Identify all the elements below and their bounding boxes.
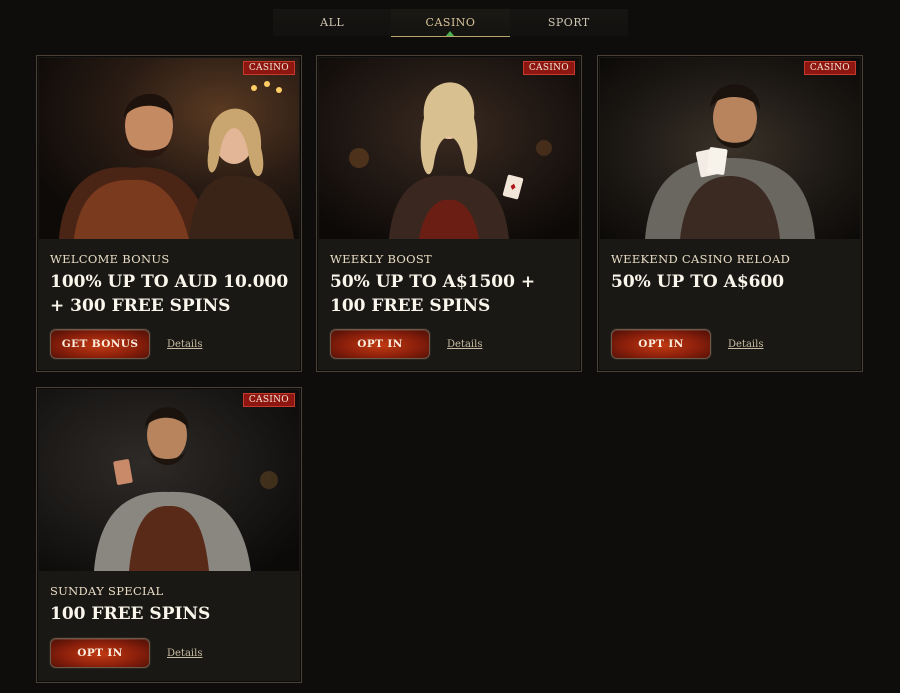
casino-badge: CASINO bbox=[522, 61, 575, 75]
promo-kicker: SUNDAY SPECIAL bbox=[50, 584, 164, 598]
promo-card-weekend-reload: CASINO WEEKEND CASINO RELOAD 50% UP TO A… bbox=[597, 55, 863, 372]
tab-casino-label: CASINO bbox=[425, 16, 476, 29]
tab-sport[interactable]: SPORT bbox=[509, 9, 628, 36]
get-bonus-button[interactable]: GET BONUS bbox=[50, 329, 150, 359]
promo-headline: 50% UP TO A$600 bbox=[611, 272, 785, 292]
tab-sport-label: SPORT bbox=[547, 16, 590, 29]
tab-casino[interactable]: CASINO bbox=[391, 9, 510, 37]
promo-card-sunday-special: CASINO SUNDAY SPECIAL 100 FREE SPINS OPT… bbox=[36, 387, 302, 683]
promo-kicker: WEEKLY BOOST bbox=[330, 252, 433, 266]
opt-in-button[interactable]: OPT IN bbox=[611, 329, 711, 359]
opt-in-button[interactable]: OPT IN bbox=[330, 329, 430, 359]
details-link[interactable]: Details bbox=[167, 648, 202, 659]
promo-kicker: WEEKEND CASINO RELOAD bbox=[611, 252, 791, 266]
promo-image bbox=[39, 58, 299, 239]
details-link[interactable]: Details bbox=[167, 339, 202, 350]
promo-headline: 100% UP TO AUD 10.000 + 300 FREE SPINS bbox=[50, 272, 289, 316]
casino-badge: CASINO bbox=[242, 61, 295, 75]
opt-in-button[interactable]: OPT IN bbox=[50, 638, 150, 668]
details-link[interactable]: Details bbox=[728, 339, 763, 350]
tab-all[interactable]: ALL bbox=[273, 9, 392, 36]
promo-image bbox=[600, 58, 860, 239]
details-link[interactable]: Details bbox=[447, 339, 482, 350]
promo-card-welcome-bonus: CASINO WELCOME BONUS 100% UP TO AUD 10.0… bbox=[36, 55, 302, 372]
promo-headline: 50% UP TO A$1500 + 100 FREE SPINS bbox=[330, 272, 536, 316]
casino-badge: CASINO bbox=[242, 393, 295, 407]
promo-category-tabs: ALL CASINO SPORT bbox=[273, 9, 628, 37]
promo-image bbox=[39, 390, 299, 571]
promo-image: ♦ bbox=[319, 58, 579, 239]
promo-headline: 100 FREE SPINS bbox=[50, 604, 211, 624]
casino-badge: CASINO bbox=[803, 61, 856, 75]
promo-card-weekly-boost: ♦ CASINO WEEKLY BOOST 50% UP TO A$1500 +… bbox=[316, 55, 582, 372]
tab-all-label: ALL bbox=[320, 16, 345, 29]
active-tab-caret-icon bbox=[445, 31, 456, 37]
promo-kicker: WELCOME BONUS bbox=[50, 252, 170, 266]
